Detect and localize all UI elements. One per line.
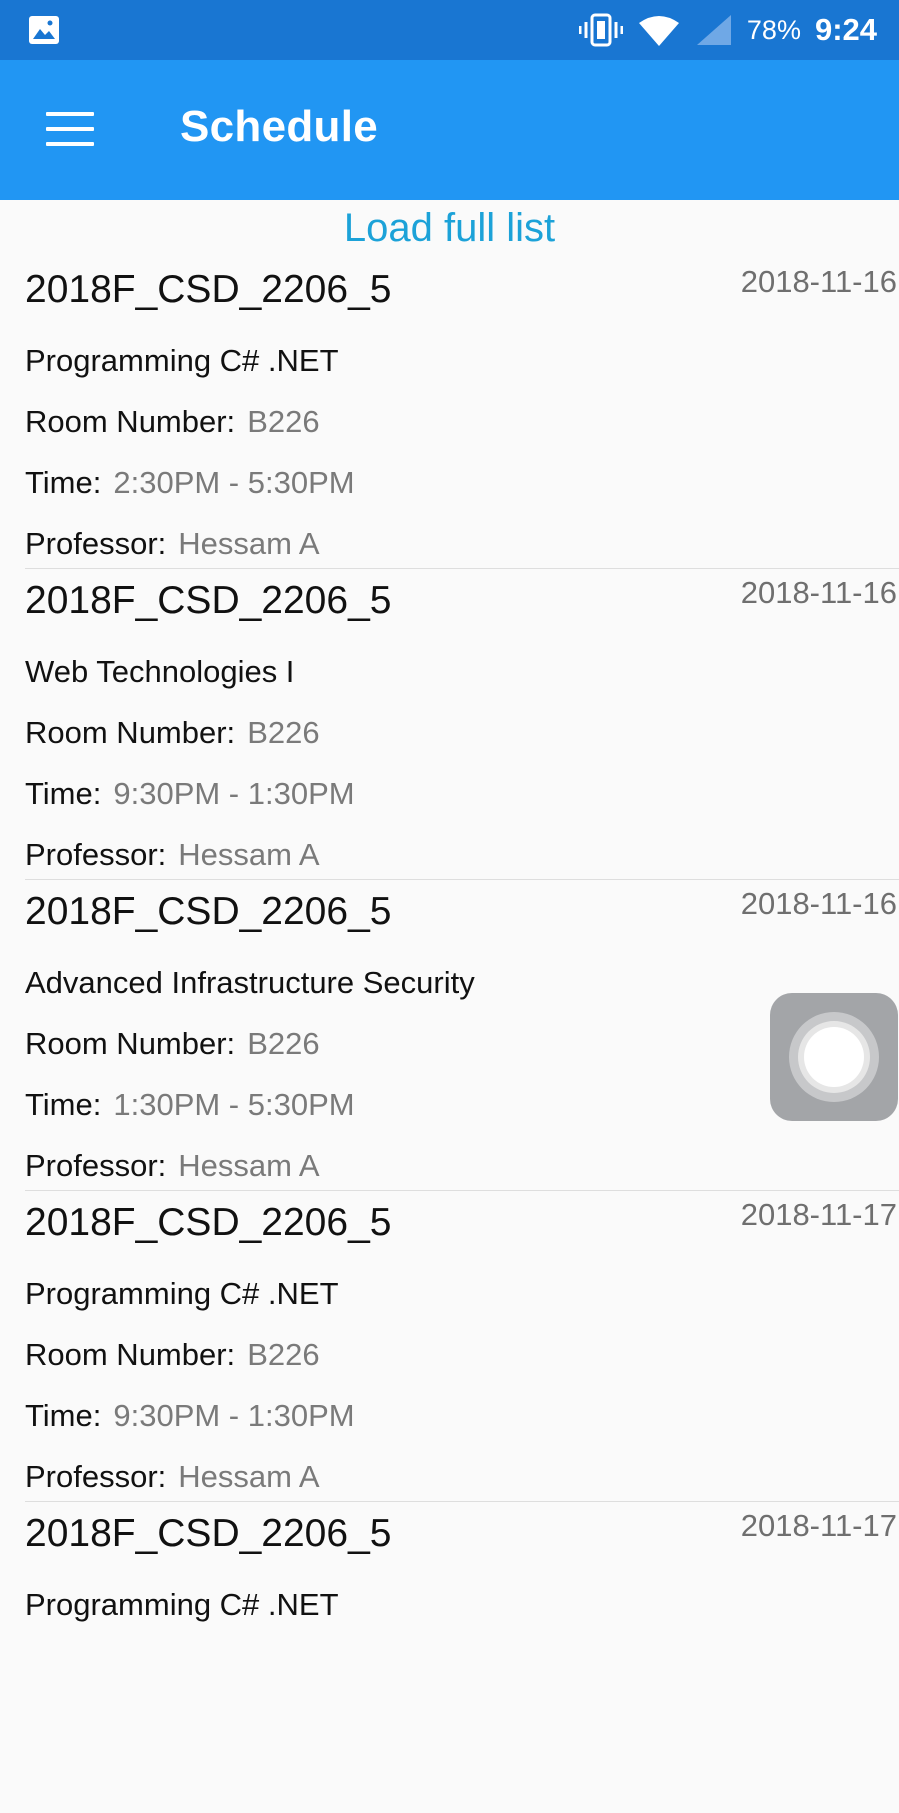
time-row: Time: 9:30PM - 1:30PM bbox=[25, 1398, 355, 1434]
time-row: Time: 9:30PM - 1:30PM bbox=[25, 776, 355, 812]
schedule-item[interactable]: 2018F_CSD_2206_5 2018-11-17 Programming … bbox=[0, 1502, 899, 1813]
room-label: Room Number: bbox=[25, 715, 236, 750]
class-date: 2018-11-16 bbox=[740, 575, 897, 610]
course-name: Programming C# .NET bbox=[25, 343, 339, 378]
class-date: 2018-11-16 bbox=[740, 264, 897, 299]
status-bar: 78% 9:24 bbox=[0, 0, 899, 60]
time-value: 1:30PM - 5:30PM bbox=[113, 1087, 355, 1122]
vibrate-icon bbox=[578, 13, 623, 47]
schedule-list: 2018F_CSD_2206_5 2018-11-16 Programming … bbox=[0, 258, 899, 1813]
professor-row: Professor: Hessam A bbox=[25, 1148, 320, 1184]
room-row: Room Number: B226 bbox=[25, 1337, 320, 1373]
room-label: Room Number: bbox=[25, 404, 236, 439]
professor-label: Professor: bbox=[25, 1459, 167, 1494]
room-label: Room Number: bbox=[25, 1026, 236, 1061]
professor-label: Professor: bbox=[25, 1148, 167, 1183]
room-row: Room Number: B226 bbox=[25, 404, 320, 440]
professor-row: Professor: Hessam A bbox=[25, 837, 320, 873]
room-label: Room Number: bbox=[25, 1337, 236, 1372]
class-date: 2018-11-17 bbox=[740, 1197, 897, 1232]
course-name: Programming C# .NET bbox=[25, 1587, 339, 1622]
class-date: 2018-11-17 bbox=[740, 1508, 897, 1543]
wifi-icon bbox=[638, 16, 679, 46]
page-title: Schedule bbox=[180, 102, 379, 151]
professor-value: Hessam A bbox=[178, 837, 320, 872]
section-code: 2018F_CSD_2206_5 bbox=[25, 268, 392, 311]
room-value: B226 bbox=[247, 404, 320, 439]
time-label: Time: bbox=[25, 1087, 102, 1122]
section-code: 2018F_CSD_2206_5 bbox=[25, 890, 392, 933]
time-value: 9:30PM - 1:30PM bbox=[113, 1398, 355, 1433]
schedule-item[interactable]: 2018F_CSD_2206_5 2018-11-16 Web Technolo… bbox=[0, 569, 899, 880]
gallery-icon bbox=[29, 16, 59, 44]
section-code: 2018F_CSD_2206_5 bbox=[25, 1201, 392, 1244]
course-name: Web Technologies I bbox=[25, 654, 295, 689]
battery-percent: 78% bbox=[746, 14, 801, 45]
section-code: 2018F_CSD_2206_5 bbox=[25, 1512, 392, 1555]
room-row: Room Number: B226 bbox=[25, 1026, 320, 1062]
time-value: 2:30PM - 5:30PM bbox=[113, 465, 355, 500]
professor-label: Professor: bbox=[25, 837, 167, 872]
hamburger-menu-icon[interactable] bbox=[46, 112, 94, 148]
professor-row: Professor: Hessam A bbox=[25, 1459, 320, 1495]
professor-value: Hessam A bbox=[178, 526, 320, 561]
section-code: 2018F_CSD_2206_5 bbox=[25, 579, 392, 622]
room-row: Room Number: B226 bbox=[25, 715, 320, 751]
professor-row: Professor: Hessam A bbox=[25, 526, 320, 562]
professor-label: Professor: bbox=[25, 526, 167, 561]
clock: 9:24 bbox=[814, 12, 877, 47]
room-value: B226 bbox=[247, 1337, 320, 1372]
class-date: 2018-11-16 bbox=[740, 886, 897, 921]
assistive-touch-icon bbox=[804, 1027, 864, 1087]
professor-value: Hessam A bbox=[178, 1459, 320, 1494]
time-row: Time: 2:30PM - 5:30PM bbox=[25, 465, 355, 501]
signal-icon bbox=[696, 15, 731, 45]
course-name: Advanced Infrastructure Security bbox=[25, 965, 475, 1000]
schedule-item[interactable]: 2018F_CSD_2206_5 2018-11-17 Programming … bbox=[0, 1191, 899, 1502]
professor-value: Hessam A bbox=[178, 1148, 320, 1183]
schedule-item[interactable]: 2018F_CSD_2206_5 2018-11-16 Advanced Inf… bbox=[0, 880, 899, 1191]
course-name: Programming C# .NET bbox=[25, 1276, 339, 1311]
time-value: 9:30PM - 1:30PM bbox=[113, 776, 355, 811]
time-label: Time: bbox=[25, 1398, 102, 1433]
time-label: Time: bbox=[25, 776, 102, 811]
time-label: Time: bbox=[25, 465, 102, 500]
room-value: B226 bbox=[247, 1026, 320, 1061]
schedule-item[interactable]: 2018F_CSD_2206_5 2018-11-16 Programming … bbox=[0, 258, 899, 569]
app-bar: Schedule bbox=[0, 60, 899, 200]
time-row: Time: 1:30PM - 5:30PM bbox=[25, 1087, 355, 1123]
load-full-list-link[interactable]: Load full list bbox=[0, 206, 899, 251]
room-value: B226 bbox=[247, 715, 320, 750]
assistive-touch-button[interactable] bbox=[770, 993, 898, 1121]
